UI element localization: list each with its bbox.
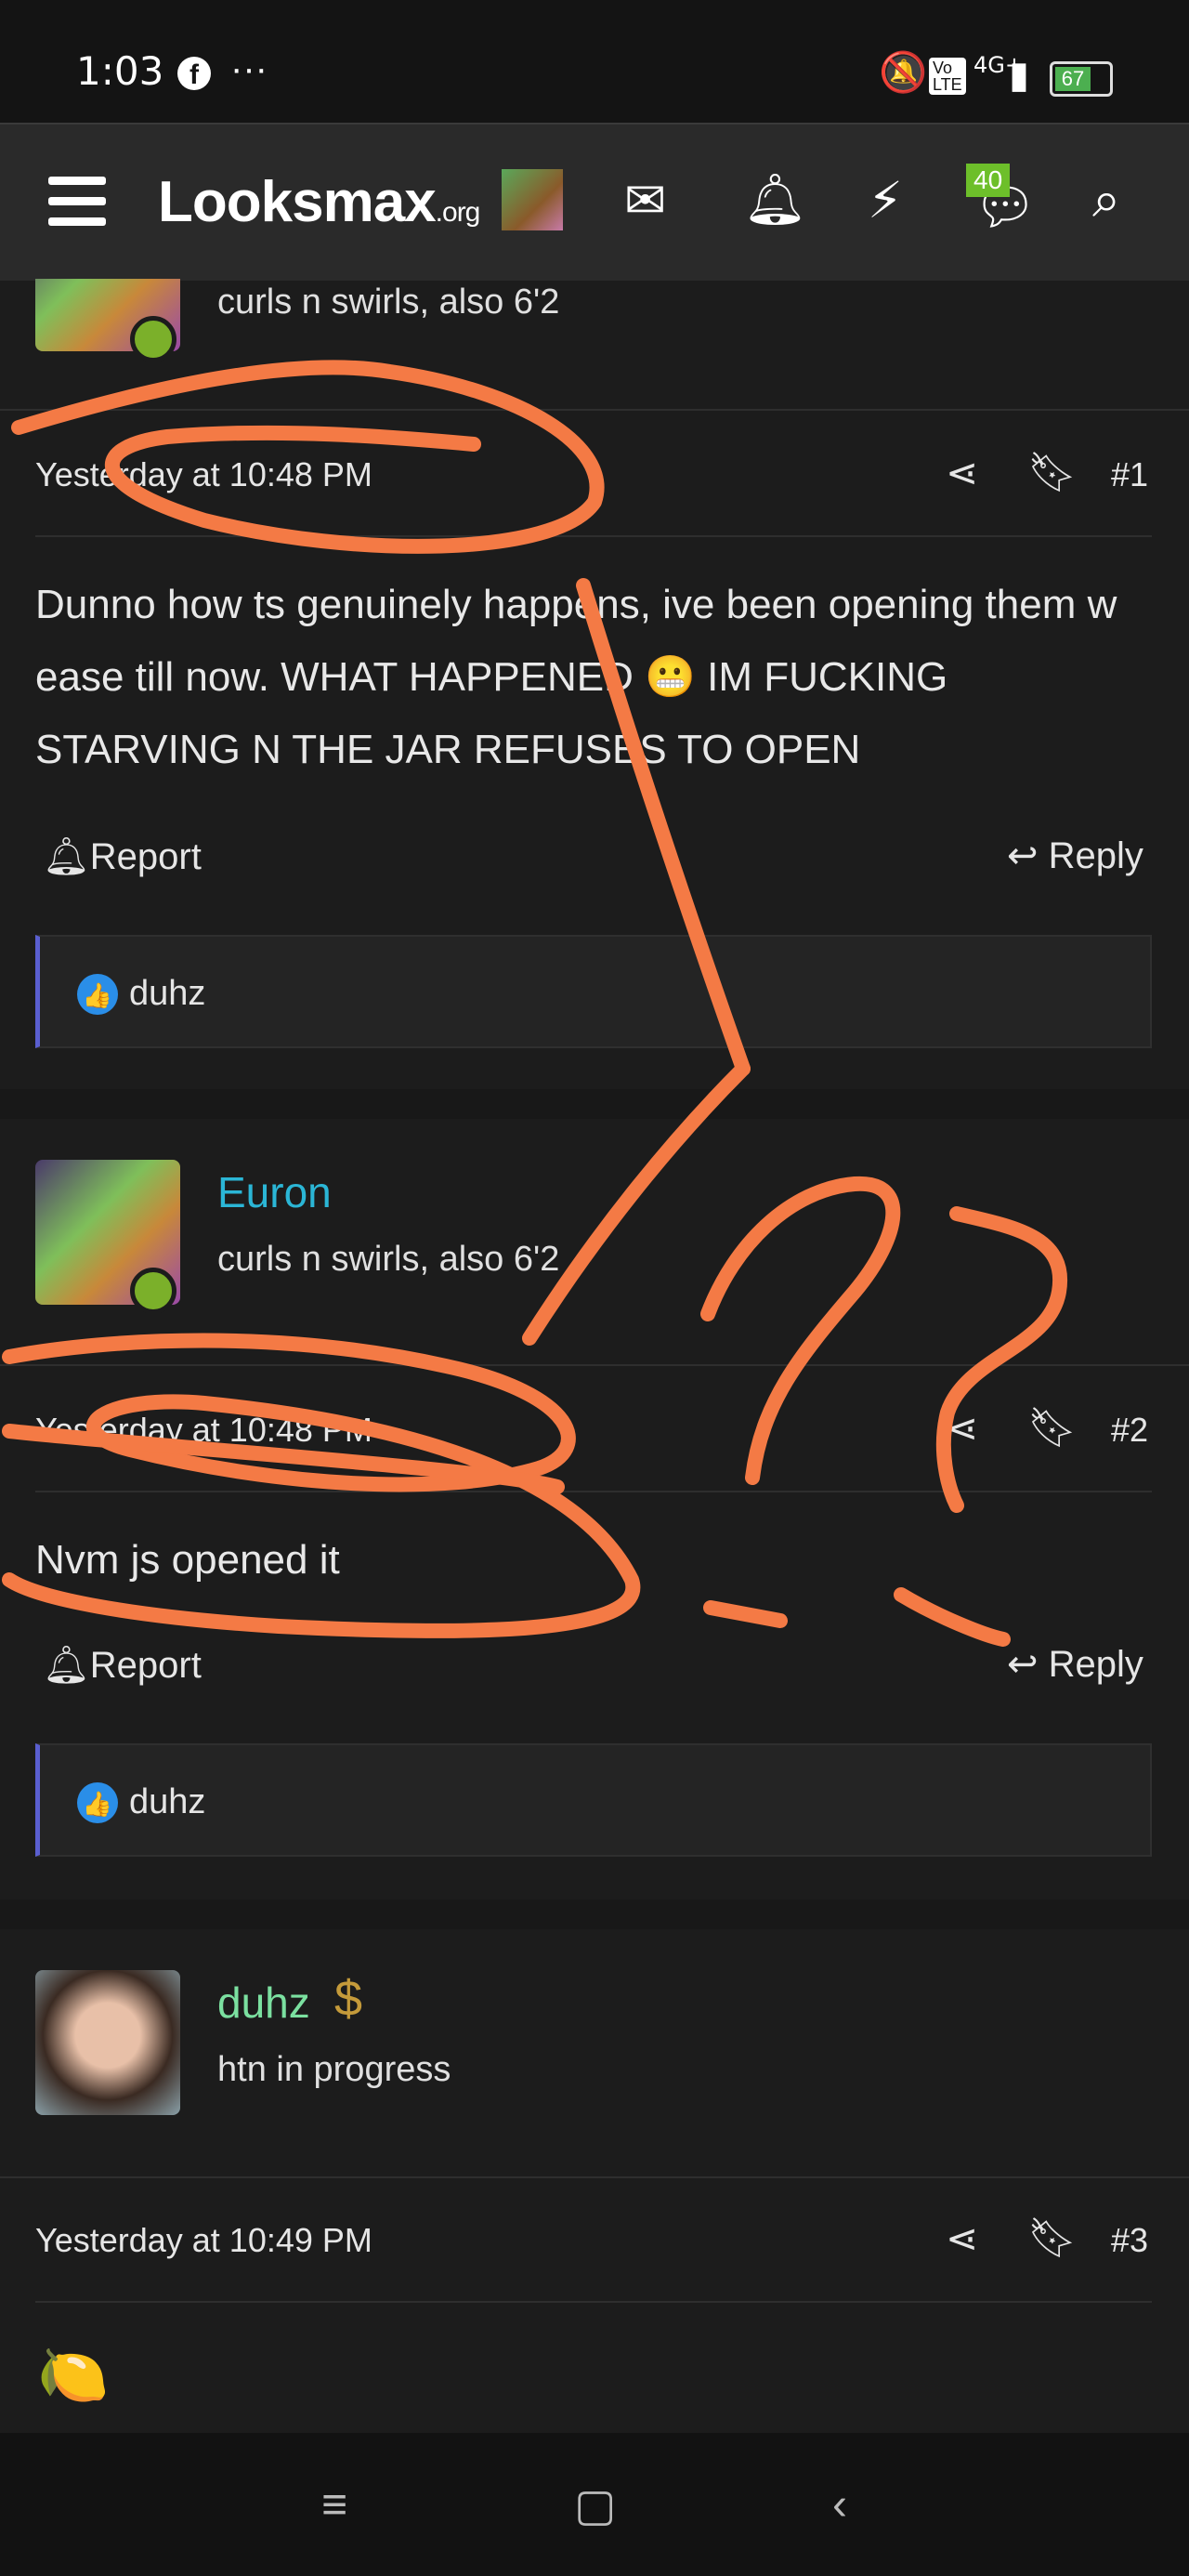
search-icon[interactable]: ⌕ [1092,171,1120,230]
post-body: Dunno how ts genuinely happens, ive been… [35,582,1117,772]
status-bar: 1:03 f ··· 🔕 Vo LTE 4G+ ▮ 67 [0,0,1189,123]
reaction-user[interactable]: duhz [129,974,205,1014]
bookmark-icon[interactable]: 🔖︎ [1027,2215,1077,2261]
post-timestamp[interactable]: Yesterday at 10:48 PM [35,1411,372,1450]
online-indicator [130,1268,176,1314]
post-number[interactable]: #1 [1111,455,1148,494]
bell-icon[interactable]: 🔔︎ [743,171,807,230]
battery-icon: 67 [1050,61,1113,97]
report-button[interactable]: 🔔︎Report [43,835,202,878]
reactions-bar[interactable]: 👍 duhz [35,1743,1152,1857]
bell-icon: 🔔︎ [43,1645,90,1686]
post-timestamp[interactable]: Yesterday at 10:48 PM [35,455,372,494]
mail-icon[interactable]: ✉ [624,171,666,230]
user-title: curls n swirls, also 6'2 [217,283,560,322]
emoji-lemon-icon: 🍋 [37,2344,110,2408]
signal-icon: ▮ [1009,55,1030,96]
logo-tld: .org [435,197,481,228]
logo-text: Looksmax [158,170,437,234]
share-icon[interactable]: ⋖ [946,450,978,495]
user-title: htn in progress [217,2050,451,2089]
report-label: Report [89,836,202,877]
chat-badge: 40 [966,164,1011,197]
author-name[interactable]: duhz [217,1978,310,2028]
like-icon: 👍 [77,974,118,1015]
battery-level: 67 [1055,67,1091,91]
post-body: Nvm js opened it [35,1537,340,1583]
author-avatar[interactable] [35,1970,180,2115]
reactions-bar[interactable]: 👍 duhz [35,935,1152,1048]
reply-label: Reply [1048,835,1143,876]
site-logo[interactable]: Looksmax.org [158,169,481,235]
reaction-user[interactable]: duhz [129,1782,205,1822]
status-time: 1:03 [76,48,164,94]
reply-label: Reply [1048,1644,1143,1685]
online-indicator [130,316,176,362]
android-nav-bar: ≡ ▢ ‹ [0,2433,1189,2576]
post-number[interactable]: #2 [1111,1411,1148,1450]
report-button[interactable]: 🔔︎Report [43,1643,202,1687]
report-label: Report [89,1645,202,1686]
reply-icon: ↩ [1007,835,1039,876]
reply-button[interactable]: ↩ Reply [1007,835,1143,877]
recents-icon[interactable]: ≡ [321,2479,347,2530]
menu-icon[interactable] [48,177,106,238]
premium-badge: $ [334,1971,363,2027]
reply-button[interactable]: ↩ Reply [1007,1643,1143,1686]
author-name[interactable]: Euron [217,1167,332,1217]
volte-icon: Vo LTE [929,58,966,95]
reply-icon: ↩ [1007,1644,1039,1685]
share-icon[interactable]: ⋖ [946,1405,978,1451]
share-icon[interactable]: ⋖ [946,2215,978,2261]
home-icon[interactable]: ▢ [574,2479,616,2531]
bookmark-icon[interactable]: 🔖︎ [1027,450,1077,495]
facebook-icon: f [177,57,211,90]
user-title: curls n swirls, also 6'2 [217,1240,560,1279]
post-number[interactable]: #3 [1111,2221,1148,2260]
back-icon[interactable]: ‹ [832,2479,847,2530]
bolt-icon[interactable]: ⚡︎ [868,171,903,230]
bookmark-icon[interactable]: 🔖︎ [1027,1405,1077,1451]
site-header: Looksmax.org ✉ 🔔︎ ⚡︎ 💬︎ 40 ⌕ [0,123,1189,281]
user-avatar[interactable] [502,169,563,230]
post-timestamp[interactable]: Yesterday at 10:49 PM [35,2221,372,2260]
bell-icon: 🔔︎ [43,836,90,877]
more-notifications-icon: ··· [230,48,268,89]
like-icon: 👍 [77,1782,118,1823]
mute-icon: 🔕 [879,50,928,94]
